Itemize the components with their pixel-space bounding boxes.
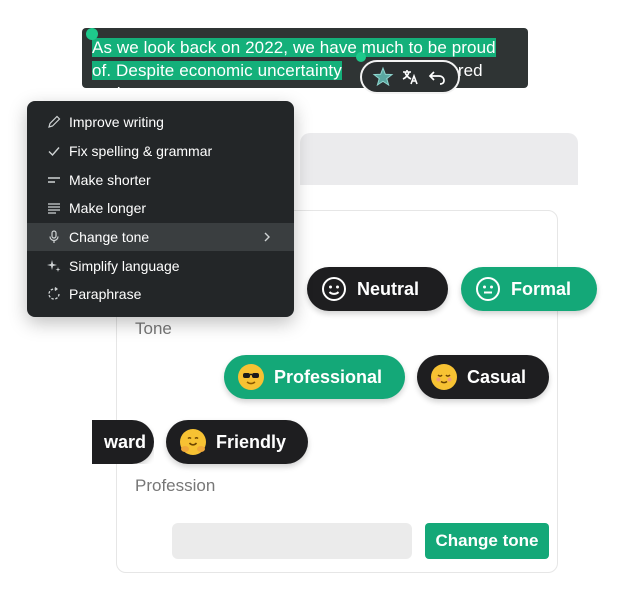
- tone-chip-neutral[interactable]: Neutral: [307, 267, 448, 311]
- background-panel-header: [300, 133, 578, 185]
- tone-chip-friendly[interactable]: Friendly: [166, 420, 308, 464]
- check-icon: [45, 142, 63, 160]
- editor-text-selection[interactable]: As we look back on 2022, we have much to…: [82, 28, 528, 103]
- menu-item-fix-spelling[interactable]: Fix spelling & grammar: [27, 137, 294, 166]
- microphone-icon: [45, 228, 63, 246]
- refresh-icon: [45, 285, 63, 303]
- pencil-icon: [45, 113, 63, 131]
- menu-item-label: Change tone: [69, 229, 150, 246]
- formal-face-icon: [475, 276, 501, 302]
- hugging-face-icon: [180, 429, 206, 455]
- ai-actions-menu: Improve writing Fix spelling & grammar M…: [27, 101, 294, 317]
- menu-item-make-shorter[interactable]: Make shorter: [27, 165, 294, 194]
- ai-star-icon[interactable]: [372, 66, 394, 88]
- relieved-face-icon: [431, 364, 457, 390]
- menu-item-label: Improve writing: [69, 114, 164, 131]
- menu-item-label: Make longer: [69, 200, 147, 217]
- tone-chip-professional-label: Professional: [274, 366, 383, 387]
- chevron-right-icon: [262, 230, 272, 246]
- tone-chip-straightforward-label: ward: [104, 431, 147, 452]
- tone-chip-formal-label: Formal: [511, 278, 572, 299]
- menu-item-paraphrase[interactable]: Paraphrase: [27, 280, 294, 309]
- custom-tone-input[interactable]: [172, 523, 412, 559]
- undo-icon[interactable]: [426, 66, 448, 88]
- tone-chip-professional[interactable]: Professional: [224, 355, 405, 399]
- menu-item-simplify-language[interactable]: Simplify language: [27, 251, 294, 280]
- short-lines-icon: [45, 171, 63, 189]
- tone-chip-neutral-label: Neutral: [357, 278, 420, 299]
- tone-chip-formal[interactable]: Formal: [461, 267, 597, 311]
- tone-label: Tone: [135, 319, 172, 338]
- menu-item-make-longer[interactable]: Make longer: [27, 194, 294, 223]
- tone-chip-casual-label: Casual: [467, 366, 527, 387]
- sunglasses-face-icon: [238, 364, 264, 390]
- tone-chip-casual[interactable]: Casual: [417, 355, 549, 399]
- sparkles-icon: [45, 257, 63, 275]
- tone-chip-straightforward[interactable]: ward: [92, 420, 154, 464]
- selection-end-handle[interactable]: [356, 52, 366, 62]
- profession-label: Profession: [135, 476, 216, 495]
- tone-chip-straightforward-clip: ward: [92, 420, 154, 464]
- menu-item-change-tone[interactable]: Change tone: [27, 222, 294, 252]
- long-lines-icon: [45, 199, 63, 217]
- neutral-face-icon: [321, 276, 347, 302]
- selected-text-line-1: As we look back on 2022, we have much to…: [92, 38, 496, 57]
- change-tone-button[interactable]: Change tone: [425, 523, 549, 559]
- selected-text-line-2: of. Despite economic uncertainty: [92, 61, 342, 80]
- menu-item-label: Fix spelling & grammar: [69, 143, 213, 160]
- inline-toolbar: [360, 60, 460, 94]
- menu-item-label: Make shorter: [69, 171, 151, 188]
- menu-item-improve-writing[interactable]: Improve writing: [27, 108, 294, 137]
- menu-item-label: Paraphrase: [69, 286, 142, 303]
- selection-start-handle[interactable]: [86, 28, 98, 40]
- translate-icon[interactable]: [399, 66, 421, 88]
- tone-chip-friendly-label: Friendly: [216, 431, 287, 452]
- menu-item-label: Simplify language: [69, 257, 180, 274]
